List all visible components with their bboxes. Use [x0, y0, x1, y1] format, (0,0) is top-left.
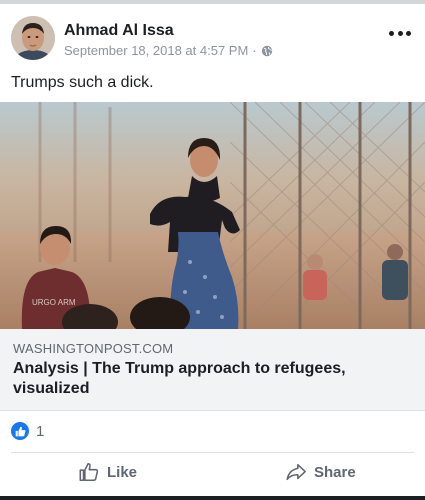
author-avatar[interactable]: [11, 16, 55, 60]
like-label: Like: [107, 463, 138, 481]
more-options-button[interactable]: [389, 26, 411, 40]
more-dot-icon: [389, 30, 394, 36]
meta-separator: ·: [252, 43, 257, 58]
globe-icon: [261, 45, 272, 56]
avatar-photo: [11, 16, 55, 60]
actions-divider: [11, 452, 414, 453]
post-card: Ahmad Al Issa September 18, 2018 at 4:57…: [0, 4, 425, 496]
post-text: Trumps such a dick.: [11, 74, 154, 91]
refugee-children-photo: URGO ARM: [0, 102, 425, 329]
bottom-edge: [0, 496, 425, 500]
link-domain: WASHINGTONPOST.COM: [13, 341, 174, 356]
reactions-summary[interactable]: 1: [11, 422, 44, 440]
author-name[interactable]: Ahmad Al Issa: [64, 22, 174, 40]
link-preview-info[interactable]: WASHINGTONPOST.COM Analysis | The Trump …: [0, 329, 425, 411]
share-label: Share: [314, 463, 356, 481]
more-dot-icon: [406, 30, 411, 36]
link-title[interactable]: Analysis | The Trump approach to refugee…: [13, 359, 393, 399]
shirt-print: URGO ARM: [32, 298, 76, 307]
like-button[interactable]: Like: [78, 459, 137, 485]
share-button[interactable]: Share: [285, 459, 356, 485]
thumbs-up-badge-icon: [11, 422, 29, 440]
post-timestamp[interactable]: September 18, 2018 at 4:57 PM: [64, 43, 248, 58]
share-arrow-icon: [286, 463, 306, 481]
link-preview-image[interactable]: URGO ARM: [0, 102, 425, 329]
more-dot-icon: [397, 30, 403, 36]
thumbs-up-icon: [79, 462, 99, 482]
reaction-count: 1: [36, 422, 45, 440]
post-meta: September 18, 2018 at 4:57 PM ·: [64, 43, 273, 58]
